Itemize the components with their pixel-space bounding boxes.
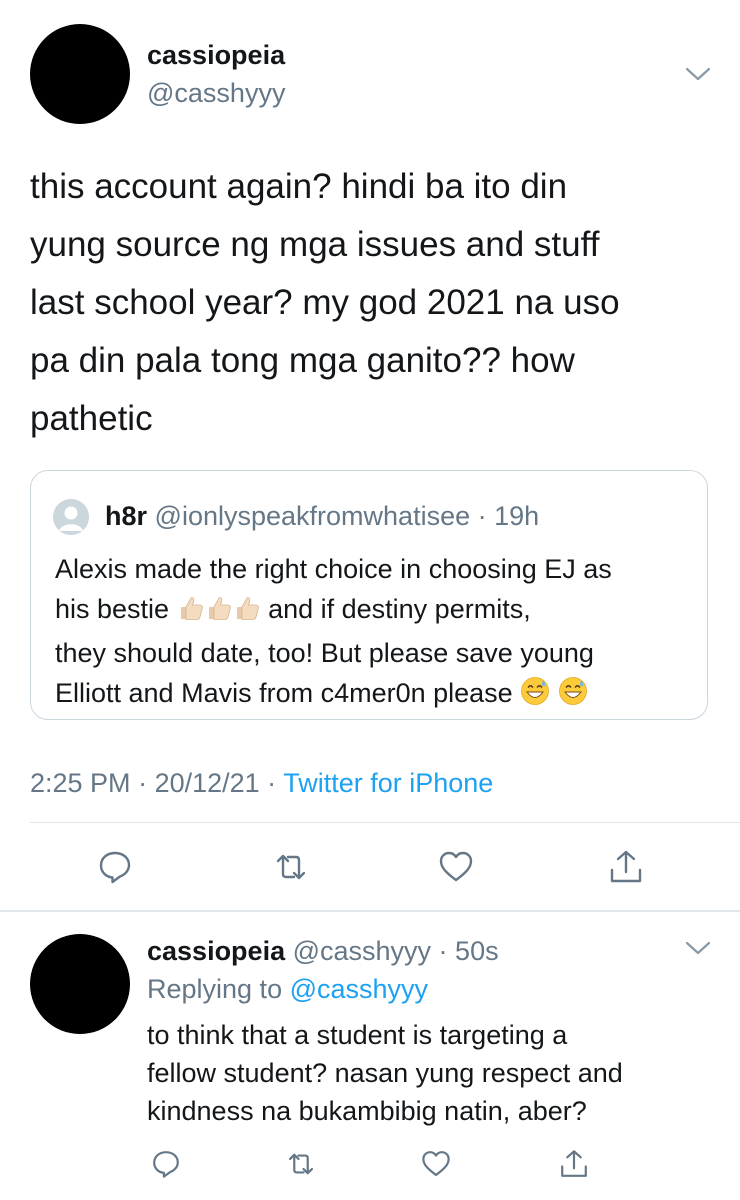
timestamp-separator: ·	[130, 768, 155, 798]
divider	[30, 822, 740, 823]
handle[interactable]: @casshyyy	[147, 78, 285, 109]
quoted-tweet-card[interactable]: h8r @ionlyspeakfromwhatisee · 19h Alexis…	[30, 470, 708, 720]
tweet-text-line: last school year? my god 2021 na uso	[30, 283, 620, 322]
share-icon[interactable]	[607, 848, 645, 886]
handle[interactable]: @casshyyy	[285, 936, 431, 966]
tweet-text-line: pathetic	[30, 399, 153, 438]
quoted-text-line: Alexis made the right choice in choosing…	[55, 554, 612, 584]
reply-text: to think that a student is targeting a f…	[147, 1016, 727, 1130]
quoted-display-name: h8r	[105, 501, 148, 531]
quoted-text-segment: his bestie	[55, 594, 177, 624]
tweet-text-line: pa din pala tong mga ganito?? how	[30, 341, 575, 380]
replying-prefix: Replying to	[147, 974, 290, 1004]
tweet-source-link[interactable]: Twitter for iPhone	[283, 768, 493, 798]
quoted-time: 19h	[494, 501, 540, 531]
quoted-text-line: Elliott and Mavis from c4mer0n please	[55, 673, 695, 717]
timestamp-separator: ·	[259, 768, 284, 798]
tweet-timestamp: 2:25 PM · 20/12/21 · Twitter for iPhone	[30, 768, 493, 799]
reply-icon[interactable]	[96, 848, 134, 886]
quoted-text-segment: and if destiny permits,	[260, 594, 531, 624]
quoted-separator: ·	[470, 501, 495, 531]
divider	[0, 910, 740, 912]
chevron-down-icon[interactable]	[685, 940, 711, 956]
tweet-date[interactable]: 20/12/21	[155, 768, 260, 798]
reply-text-line: kindness na bukambibig natin, aber?	[147, 1096, 587, 1126]
replying-to: Replying to @casshyyy	[147, 974, 428, 1005]
reply-header: cassiopeia @casshyyy · 50s	[147, 936, 499, 967]
default-avatar-icon	[53, 499, 89, 535]
grinning-sweat-emoji-icon	[558, 676, 588, 717]
avatar[interactable]	[30, 24, 130, 124]
thumbs-up-emoji-icon	[233, 593, 261, 633]
like-icon[interactable]	[420, 1148, 452, 1180]
display-name[interactable]: cassiopeia	[147, 40, 285, 71]
quoted-tweet-text: Alexis made the right choice in choosing…	[55, 549, 695, 717]
tweet-text-line: this account again? hindi ba ito din	[30, 167, 568, 206]
quoted-text-line: they should date, too! But please save y…	[55, 638, 594, 668]
thumbs-up-emoji-icon	[205, 593, 233, 633]
quoted-handle: @ionlyspeakfromwhatisee	[155, 501, 471, 531]
quoted-text-segment: Elliott and Mavis from c4mer0n please	[55, 678, 521, 708]
retweet-icon[interactable]	[272, 848, 310, 886]
reply-text-line: to think that a student is targeting a	[147, 1020, 568, 1050]
tweet-text-line: yung source ng mga issues and stuff	[30, 225, 600, 264]
emoji-spacer	[550, 678, 558, 708]
avatar[interactable]	[30, 934, 130, 1034]
tweet-time[interactable]: 2:25 PM	[30, 768, 131, 798]
reply-text-line: fellow student? nasan yung respect and	[147, 1058, 623, 1088]
grinning-sweat-emoji-icon	[520, 676, 550, 717]
reply-icon[interactable]	[150, 1148, 182, 1180]
chevron-down-icon[interactable]	[685, 66, 711, 82]
quoted-handle-text: @ionlyspeakfromwhatisee	[154, 501, 471, 531]
reply-time[interactable]: 50s	[455, 936, 499, 966]
reply-separator: ·	[431, 936, 456, 966]
retweet-icon[interactable]	[285, 1148, 317, 1180]
quoted-tweet-header: h8r @ionlyspeakfromwhatisee · 19h	[105, 501, 539, 532]
share-icon[interactable]	[558, 1148, 590, 1180]
tweet-text: this account again? hindi ba ito din yun…	[30, 158, 720, 448]
main-tweet: cassiopeia @casshyyy this account again?…	[0, 0, 740, 910]
display-name[interactable]: cassiopeia	[147, 936, 285, 966]
quoted-text-line: his bestie and if destiny permits,	[55, 589, 695, 633]
like-icon[interactable]	[437, 848, 475, 886]
thumbs-up-emoji-icon	[177, 593, 205, 633]
replying-handle-link[interactable]: @casshyyy	[290, 974, 428, 1004]
